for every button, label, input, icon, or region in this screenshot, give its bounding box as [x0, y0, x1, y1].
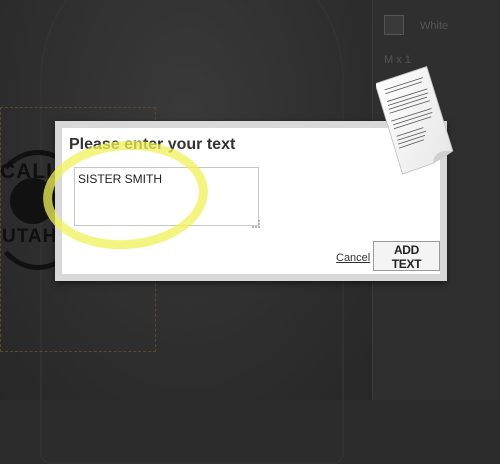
quantity-label: M x 1	[384, 54, 411, 66]
color-option-label: White	[420, 20, 449, 32]
globe-icon	[10, 178, 56, 224]
text-input[interactable]: SISTER SMITH	[74, 167, 259, 226]
color-swatch-checkbox[interactable]	[384, 15, 404, 35]
cancel-link[interactable]: Cancel	[336, 252, 370, 264]
resize-grip-icon[interactable]	[252, 220, 260, 228]
document-page-icon	[376, 66, 454, 175]
dialog-title: Please enter your text	[69, 136, 236, 153]
add-text-button[interactable]: ADD TEXT	[373, 241, 440, 271]
